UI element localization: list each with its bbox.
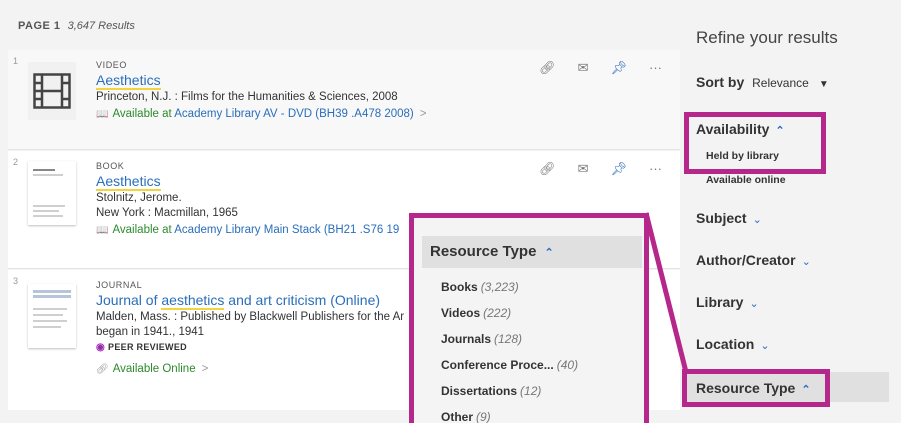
sort-dropdown[interactable]: Relevance ▼ [752,76,829,90]
link-icon: 🔗︎ [96,364,109,375]
resource-type-highlight-box [682,369,830,407]
title-text-post: and art criticism (Online) [224,292,381,308]
facet-library-label: Library [696,294,744,310]
peer-reviewed-badge: ◉ PEER REVIEWED [96,342,404,353]
title-text-highlight: aesthetics [161,292,225,310]
title-text: Aesthetics [96,72,161,90]
facet-author[interactable]: Author/Creator ⌄ [696,252,811,268]
peer-reviewed-label: PEER REVIEWED [108,342,187,352]
email-icon[interactable]: ✉︎ [578,60,589,76]
page-label: PAGE 1 [18,20,61,32]
resource-type-label: VIDEO [96,60,128,70]
facet-option-journals[interactable]: Journals (128) [441,332,522,346]
availability-highlight-box [684,112,826,174]
chevron-right-icon: > [419,108,427,120]
dropdown-arrow-icon: ▼ [818,79,829,90]
title-text: Aesthetics [96,173,161,191]
film-icon [33,73,71,109]
facet-option-books[interactable]: Books (3,223) [441,280,519,294]
facet-option-available-online[interactable]: Available online [706,174,786,186]
title-text-pre: Journal of [96,292,162,308]
facet-option-dissertations[interactable]: Dissertations (12) [441,384,541,398]
page-info: PAGE 1 3,647 Results [18,20,135,32]
facet-subject[interactable]: Subject ⌄ [696,210,762,226]
result-number: 1 [13,56,19,66]
result-item[interactable]: 1 VIDEO Aesthetics Princeton, N.J. : Fil… [8,50,680,150]
refine-sidebar: Refine your results Sort by Relevance ▼ A… [684,0,901,423]
popup-title: Resource Type [430,243,537,260]
facet-author-label: Author/Creator [696,252,796,268]
pin-icon[interactable]: 📌︎ [610,161,627,177]
refine-title: Refine your results [696,28,838,47]
link-icon[interactable]: 🔗︎ [539,60,556,76]
peer-reviewed-icon: ◉ [96,342,106,353]
availability-location: Academy Library AV - DVD (BH39 .A478 200… [174,108,414,120]
publication-history: began in 1941., 1941 [96,326,205,338]
pin-icon[interactable]: 📌︎ [610,60,627,76]
result-number: 3 [13,276,19,286]
availability-link[interactable]: 📖 Available at Academy Library Main Stack… [96,224,399,236]
resource-type-callout: Resource Type ⌃ Books (3,223) Videos (222) … [409,213,649,423]
result-meta: JOURNAL Journal of aesthetics and art cr… [96,280,404,375]
sort-label: Sort by [696,74,745,90]
video-thumbnail[interactable] [28,62,76,120]
book-cover-thumbnail[interactable] [28,161,76,225]
publication-info: Malden, Mass. : Published by Blackwell P… [96,311,405,323]
availability-online-label: Available Online [112,363,196,375]
journal-cover-thumbnail[interactable] [28,284,76,348]
facet-option-videos[interactable]: Videos (222) [441,306,511,320]
availability-link[interactable]: 📖 Available at Academy Library AV - DVD (… [96,108,426,120]
book-icon: 📖 [96,109,109,120]
chevron-down-icon: ⌄ [801,256,811,268]
result-meta: BOOK Aesthetics Stolnitz, Jerome. New Yo… [96,161,399,236]
facet-location-label: Location [696,336,755,352]
book-icon: 📖 [96,225,109,236]
facet-subject-label: Subject [696,210,747,226]
chevron-down-icon: ⌄ [752,214,762,226]
publication-info: New York : Macmillan, 1965 [96,207,238,219]
facet-option-conference[interactable]: Conference Proce... (40) [441,358,578,372]
availability-prefix: Available at [112,224,172,236]
availability-prefix: Available at [112,108,172,120]
availability-online-link[interactable]: 🔗︎ Available Online > [96,363,404,375]
availability-location: Academy Library Main Stack (BH21 .S76 19 [174,224,400,236]
chevron-up-icon: ⌃ [544,247,554,259]
result-actions: 🔗︎ ✉︎ 📌︎ ··· [539,161,662,177]
more-icon[interactable]: ··· [649,60,662,76]
email-icon[interactable]: ✉︎ [578,161,589,177]
result-meta: VIDEO Aesthetics Princeton, N.J. : Films… [96,60,426,120]
chevron-down-icon: ⌄ [760,340,770,352]
facet-library[interactable]: Library ⌄ [696,294,759,310]
resource-type-label: BOOK [96,161,125,171]
result-number: 2 [13,157,19,167]
link-icon[interactable]: 🔗︎ [539,161,556,177]
chevron-right-icon: > [201,363,209,375]
popup-resource-type-header[interactable]: Resource Type ⌃ [422,236,642,268]
result-title[interactable]: Aesthetics [96,173,399,191]
sort-value: Relevance [752,76,809,90]
facet-option-other[interactable]: Other (9) [441,410,491,423]
result-title[interactable]: Journal of aesthetics and art criticism … [96,292,404,310]
result-actions: 🔗︎ ✉︎ 📌︎ ··· [539,60,662,76]
sort-by[interactable]: Sort by Relevance ▼ [696,74,829,90]
chevron-down-icon: ⌄ [749,298,759,310]
facet-location[interactable]: Location ⌄ [696,336,770,352]
more-icon[interactable]: ··· [649,161,662,177]
resource-type-label: JOURNAL [96,280,143,290]
result-title[interactable]: Aesthetics [96,72,426,90]
author-info: Stolnitz, Jerome. [96,192,182,204]
publication-info: Princeton, N.J. : Films for the Humaniti… [96,91,398,103]
result-count: 3,647 Results [67,20,135,32]
